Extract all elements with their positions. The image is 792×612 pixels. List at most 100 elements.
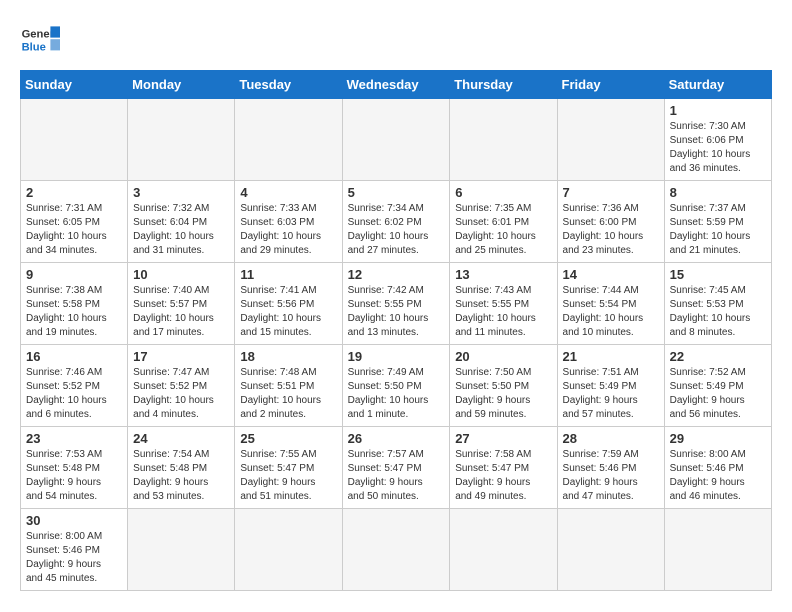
day-number: 6 [455,185,551,200]
day-info: Sunrise: 7:54 AM Sunset: 5:48 PM Dayligh… [133,448,229,504]
day-cell: 11Sunrise: 7:41 AM Sunset: 5:56 PM Dayli… [235,263,342,345]
day-number: 24 [133,431,229,446]
day-number: 18 [240,349,336,364]
week-row-5: 23 Sunrise: 7:53 AM Sunset: 5:48 PM Dayli… [21,427,772,509]
day-number: 8 [670,185,766,200]
day-cell: 17 Sunrise: 7:47 AM Sunset: 5:52 PM Dayli… [128,345,235,427]
day-cell: 10Sunrise: 7:40 AM Sunset: 5:57 PM Dayli… [128,263,235,345]
day-cell: 23 Sunrise: 7:53 AM Sunset: 5:48 PM Dayli… [21,427,128,509]
day-cell [235,509,342,591]
day-cell: 15Sunrise: 7:45 AM Sunset: 5:53 PM Dayli… [664,263,771,345]
day-number: 29 [670,431,766,446]
day-number: 23 [26,431,122,446]
day-cell: 3 Sunrise: 7:32 AM Sunset: 6:04 PM Daylig… [128,181,235,263]
day-cell: 29 Sunrise: 8:00 AM Sunset: 5:46 PM Dayli… [664,427,771,509]
day-info: Sunrise: 7:34 AM Sunset: 6:02 PM Dayligh… [348,202,445,258]
day-number: 19 [348,349,445,364]
week-row-4: 16 Sunrise: 7:46 AM Sunset: 5:52 PM Dayli… [21,345,772,427]
day-number: 14 [563,267,659,282]
day-cell [128,99,235,181]
day-cell: 2Sunrise: 7:31 AM Sunset: 6:05 PM Daylig… [21,181,128,263]
day-cell: 20 Sunrise: 7:50 AM Sunset: 5:50 PM Dayli… [450,345,557,427]
day-cell: 24 Sunrise: 7:54 AM Sunset: 5:48 PM Dayli… [128,427,235,509]
day-info: Sunrise: 7:59 AM Sunset: 5:46 PM Dayligh… [563,448,659,504]
day-cell: 16 Sunrise: 7:46 AM Sunset: 5:52 PM Dayli… [21,345,128,427]
day-cell [21,99,128,181]
day-number: 21 [563,349,659,364]
weekday-header-friday: Friday [557,71,664,99]
day-number: 11 [240,267,336,282]
day-number: 9 [26,267,122,282]
day-number: 1 [670,103,766,118]
day-cell: 25 Sunrise: 7:55 AM Sunset: 5:47 PM Dayli… [235,427,342,509]
day-info: Sunrise: 7:58 AM Sunset: 5:47 PM Dayligh… [455,448,551,504]
day-info: Sunrise: 7:31 AM Sunset: 6:05 PM Dayligh… [26,202,122,258]
day-info: Sunrise: 7:38 AM Sunset: 5:58 PM Dayligh… [26,284,122,340]
day-info: Sunrise: 7:47 AM Sunset: 5:52 PM Dayligh… [133,366,229,422]
day-cell [128,509,235,591]
day-cell: 7 Sunrise: 7:36 AM Sunset: 6:00 PM Daylig… [557,181,664,263]
week-row-1: 1 Sunrise: 7:30 AM Sunset: 6:06 PM Daylig… [21,99,772,181]
day-number: 16 [26,349,122,364]
day-info: Sunrise: 7:37 AM Sunset: 5:59 PM Dayligh… [670,202,766,258]
day-number: 5 [348,185,445,200]
weekday-header-thursday: Thursday [450,71,557,99]
weekday-header-wednesday: Wednesday [342,71,450,99]
day-info: Sunrise: 7:36 AM Sunset: 6:00 PM Dayligh… [563,202,659,258]
day-cell: 4Sunrise: 7:33 AM Sunset: 6:03 PM Daylig… [235,181,342,263]
week-row-3: 9 Sunrise: 7:38 AM Sunset: 5:58 PM Daylig… [21,263,772,345]
day-cell [235,99,342,181]
weekday-header-saturday: Saturday [664,71,771,99]
day-number: 26 [348,431,445,446]
day-info: Sunrise: 8:00 AM Sunset: 5:46 PM Dayligh… [670,448,766,504]
day-cell: 6 Sunrise: 7:35 AM Sunset: 6:01 PM Daylig… [450,181,557,263]
page-header: General Blue [20,20,772,60]
logo-icon: General Blue [20,20,60,60]
day-number: 13 [455,267,551,282]
day-cell: 27 Sunrise: 7:58 AM Sunset: 5:47 PM Dayli… [450,427,557,509]
week-row-2: 2Sunrise: 7:31 AM Sunset: 6:05 PM Daylig… [21,181,772,263]
day-cell [450,99,557,181]
day-info: Sunrise: 7:35 AM Sunset: 6:01 PM Dayligh… [455,202,551,258]
day-number: 17 [133,349,229,364]
day-info: Sunrise: 7:32 AM Sunset: 6:04 PM Dayligh… [133,202,229,258]
day-cell: 12Sunrise: 7:42 AM Sunset: 5:55 PM Dayli… [342,263,450,345]
day-cell: 9 Sunrise: 7:38 AM Sunset: 5:58 PM Daylig… [21,263,128,345]
weekday-header-tuesday: Tuesday [235,71,342,99]
day-cell: 13 Sunrise: 7:43 AM Sunset: 5:55 PM Dayli… [450,263,557,345]
weekday-header-row: SundayMondayTuesdayWednesdayThursdayFrid… [21,71,772,99]
day-number: 25 [240,431,336,446]
day-cell [342,509,450,591]
day-cell [342,99,450,181]
day-info: Sunrise: 7:46 AM Sunset: 5:52 PM Dayligh… [26,366,122,422]
day-number: 20 [455,349,551,364]
svg-text:Blue: Blue [22,41,46,53]
day-info: Sunrise: 7:51 AM Sunset: 5:49 PM Dayligh… [563,366,659,422]
day-info: Sunrise: 7:43 AM Sunset: 5:55 PM Dayligh… [455,284,551,340]
day-number: 22 [670,349,766,364]
day-cell [557,99,664,181]
day-cell: 1 Sunrise: 7:30 AM Sunset: 6:06 PM Daylig… [664,99,771,181]
weekday-header-monday: Monday [128,71,235,99]
weekday-header-sunday: Sunday [21,71,128,99]
day-number: 3 [133,185,229,200]
day-cell: 19Sunrise: 7:49 AM Sunset: 5:50 PM Dayli… [342,345,450,427]
day-number: 30 [26,513,122,528]
day-info: Sunrise: 7:55 AM Sunset: 5:47 PM Dayligh… [240,448,336,504]
day-cell: 22Sunrise: 7:52 AM Sunset: 5:49 PM Dayli… [664,345,771,427]
day-number: 27 [455,431,551,446]
day-info: Sunrise: 7:30 AM Sunset: 6:06 PM Dayligh… [670,120,766,176]
day-cell: 30 Sunrise: 8:00 AM Sunset: 5:46 PM Dayli… [21,509,128,591]
day-cell: 5 Sunrise: 7:34 AM Sunset: 6:02 PM Daylig… [342,181,450,263]
day-info: Sunrise: 7:50 AM Sunset: 5:50 PM Dayligh… [455,366,551,422]
day-info: Sunrise: 7:57 AM Sunset: 5:47 PM Dayligh… [348,448,445,504]
week-row-6: 30 Sunrise: 8:00 AM Sunset: 5:46 PM Dayli… [21,509,772,591]
day-number: 7 [563,185,659,200]
day-cell: 26 Sunrise: 7:57 AM Sunset: 5:47 PM Dayli… [342,427,450,509]
day-info: Sunrise: 7:44 AM Sunset: 5:54 PM Dayligh… [563,284,659,340]
day-info: Sunrise: 7:48 AM Sunset: 5:51 PM Dayligh… [240,366,336,422]
day-cell [557,509,664,591]
day-info: Sunrise: 8:00 AM Sunset: 5:46 PM Dayligh… [26,530,122,586]
day-info: Sunrise: 7:45 AM Sunset: 5:53 PM Dayligh… [670,284,766,340]
day-info: Sunrise: 7:53 AM Sunset: 5:48 PM Dayligh… [26,448,122,504]
